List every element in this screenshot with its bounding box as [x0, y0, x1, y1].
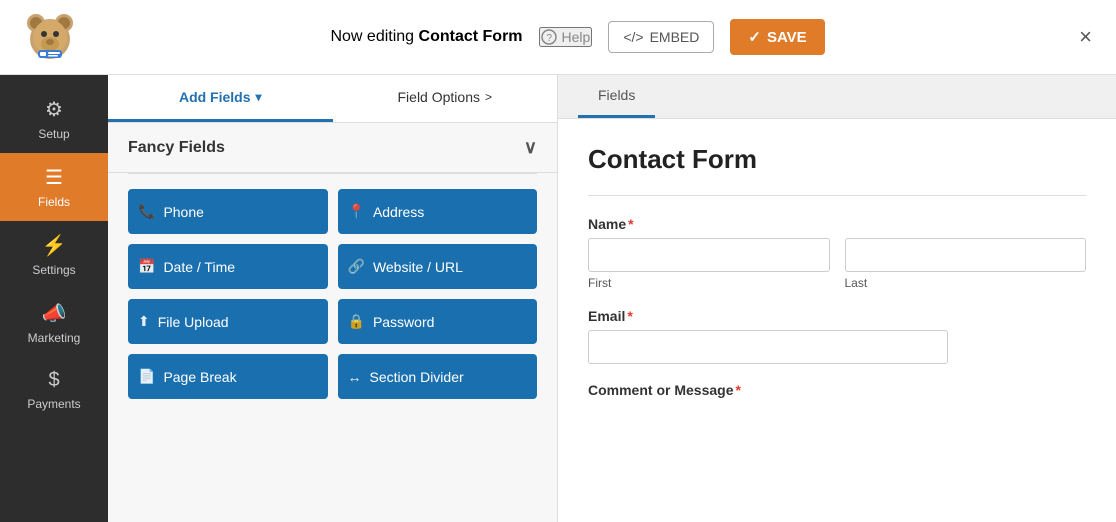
- email-label: Email*: [588, 308, 1086, 324]
- upload-icon: ⬆: [138, 313, 150, 330]
- phone-icon: 📞: [138, 203, 155, 220]
- fields-row-1: 📞 Phone 📍 Address: [128, 189, 537, 234]
- fields-row-4: 📄 Page Break ↔ Section Divider: [128, 354, 537, 399]
- preview-content: Contact Form Name* First Last: [558, 119, 1116, 441]
- tab-add-fields[interactable]: Add Fields ▾: [108, 75, 333, 122]
- sidebar-item-fields[interactable]: ☰ Fields: [0, 153, 108, 221]
- center-tabs: Add Fields ▾ Field Options >: [108, 75, 557, 123]
- lock-icon: 🔒: [348, 313, 365, 330]
- name-label: Name*: [588, 216, 1086, 232]
- form-field-name: Name* First Last: [588, 216, 1086, 290]
- app-logo: [20, 7, 80, 67]
- sidebar-label-payments: Payments: [27, 397, 80, 411]
- preview-tabs: Fields: [558, 75, 1116, 119]
- preview-panel: Fields Contact Form Name* First Last: [558, 75, 1116, 522]
- first-name-group: First: [588, 238, 830, 290]
- main-layout: ⚙ Setup ☰ Fields ⚡ Settings 📣 Marketing …: [0, 75, 1116, 522]
- phone-field-button[interactable]: 📞 Phone: [128, 189, 328, 234]
- last-label: Last: [845, 276, 1087, 290]
- required-star-comment: *: [735, 382, 740, 398]
- form-title-divider: [588, 195, 1086, 196]
- gear-icon: ⚙: [45, 97, 63, 122]
- fancy-fields-section[interactable]: Fancy Fields ∨: [108, 123, 557, 173]
- chevron-right-icon: >: [485, 90, 492, 104]
- email-input[interactable]: [588, 330, 948, 364]
- close-button[interactable]: ×: [1075, 20, 1096, 54]
- help-button[interactable]: ? Help: [539, 27, 593, 47]
- password-field-button[interactable]: 🔒 Password: [338, 299, 538, 344]
- header-center: Now editing Contact Form ? Help </> EMBE…: [330, 19, 824, 55]
- section-chevron-icon: ∨: [524, 137, 537, 158]
- fields-grid: 📞 Phone 📍 Address 📅 Date / Time 🔗 Websit…: [108, 174, 557, 414]
- website-field-button[interactable]: 🔗 Website / URL: [338, 244, 538, 289]
- page-break-icon: 📄: [138, 368, 155, 385]
- required-star-email: *: [627, 308, 632, 324]
- section-divider-field-button[interactable]: ↔ Section Divider: [338, 354, 538, 399]
- fields-row-2: 📅 Date / Time 🔗 Website / URL: [128, 244, 537, 289]
- sidebar: ⚙ Setup ☰ Fields ⚡ Settings 📣 Marketing …: [0, 75, 108, 522]
- sidebar-label-fields: Fields: [38, 195, 70, 209]
- marketing-icon: 📣: [42, 301, 67, 326]
- page-break-field-button[interactable]: 📄 Page Break: [128, 354, 328, 399]
- address-icon: 📍: [348, 203, 365, 220]
- last-name-group: Last: [845, 238, 1087, 290]
- settings-icon: ⚡: [42, 233, 67, 258]
- datetime-field-button[interactable]: 📅 Date / Time: [128, 244, 328, 289]
- first-label: First: [588, 276, 830, 290]
- sidebar-label-marketing: Marketing: [28, 331, 81, 345]
- sidebar-label-setup: Setup: [38, 127, 69, 141]
- payments-icon: $: [48, 369, 59, 392]
- svg-text:?: ?: [546, 33, 552, 44]
- name-inputs: First Last: [588, 238, 1086, 290]
- link-icon: 🔗: [348, 258, 365, 275]
- comment-label: Comment or Message*: [588, 382, 1086, 398]
- save-button[interactable]: ✓ SAVE: [730, 19, 824, 55]
- address-field-button[interactable]: 📍 Address: [338, 189, 538, 234]
- calendar-icon: 📅: [138, 258, 155, 275]
- fields-row-3: ⬆ File Upload 🔒 Password: [128, 299, 537, 344]
- center-panel: Add Fields ▾ Field Options > Fancy Field…: [108, 75, 558, 522]
- preview-tab-fields[interactable]: Fields: [578, 75, 655, 118]
- form-field-email: Email*: [588, 308, 1086, 364]
- top-header: Now editing Contact Form ? Help </> EMBE…: [0, 0, 1116, 75]
- form-field-comment: Comment or Message*: [588, 382, 1086, 398]
- sidebar-item-payments[interactable]: $ Payments: [0, 357, 108, 423]
- embed-button[interactable]: </> EMBED: [608, 21, 714, 53]
- tab-field-options[interactable]: Field Options >: [333, 75, 558, 122]
- sidebar-item-setup[interactable]: ⚙ Setup: [0, 85, 108, 153]
- fields-icon: ☰: [45, 165, 63, 190]
- first-name-input[interactable]: [588, 238, 830, 272]
- form-title: Contact Form: [588, 144, 1086, 175]
- sidebar-item-settings[interactable]: ⚡ Settings: [0, 221, 108, 289]
- file-upload-field-button[interactable]: ⬆ File Upload: [128, 299, 328, 344]
- section-label: Fancy Fields: [128, 139, 225, 157]
- last-name-input[interactable]: [845, 238, 1087, 272]
- sidebar-item-marketing[interactable]: 📣 Marketing: [0, 289, 108, 357]
- chevron-down-icon: ▾: [256, 90, 262, 104]
- editing-label: Now editing Contact Form: [330, 28, 522, 46]
- required-star: *: [628, 216, 633, 232]
- sidebar-label-settings: Settings: [32, 263, 75, 277]
- section-divider-icon: ↔: [348, 369, 362, 385]
